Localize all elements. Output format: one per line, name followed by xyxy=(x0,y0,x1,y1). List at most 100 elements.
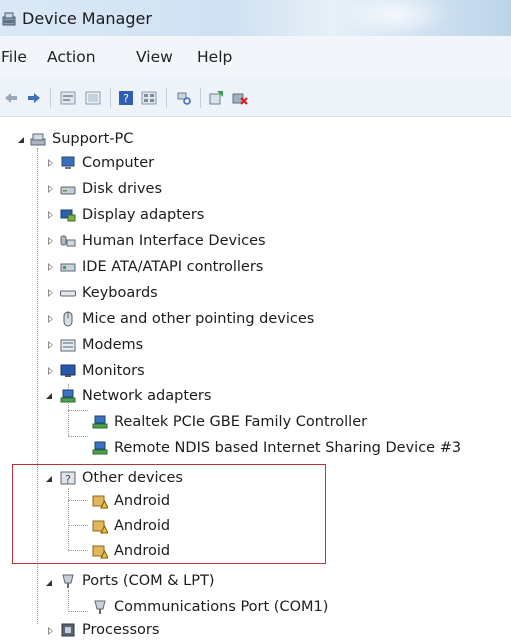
tree-node-processors[interactable]: Processors xyxy=(60,620,159,640)
tree-node-label: Disk drives xyxy=(82,181,163,197)
expand-toggle[interactable] xyxy=(46,393,52,399)
menu-file[interactable]: File xyxy=(1,48,27,66)
tree-node-monitors[interactable]: Monitors xyxy=(60,361,145,381)
network-adapter-icon xyxy=(92,415,108,429)
tree-node-label: Monitors xyxy=(82,363,145,379)
collapse-toggle[interactable] xyxy=(48,315,53,323)
device-manager-icon xyxy=(2,12,16,26)
collapse-toggle[interactable] xyxy=(48,263,53,271)
mouse-icon xyxy=(63,311,73,327)
title-bar-glare xyxy=(340,0,450,36)
svg-text:?: ? xyxy=(65,473,71,486)
tree-node-remote-ndis[interactable]: Remote NDIS based Internet Sharing Devic… xyxy=(92,438,461,458)
tree-node-computer[interactable]: Computer xyxy=(60,153,154,173)
menu-help[interactable]: Help xyxy=(197,48,232,66)
back-icon[interactable] xyxy=(3,90,19,106)
disk-drive-icon xyxy=(60,186,76,195)
tree-node-disk-drives[interactable]: Disk drives xyxy=(60,179,162,199)
tree-node-com1[interactable]: Communications Port (COM1) xyxy=(92,597,328,617)
warning-device-icon xyxy=(92,520,108,534)
tree-node-modems[interactable]: Modems xyxy=(60,335,143,355)
collapse-toggle[interactable] xyxy=(48,237,53,245)
toolbar-separator xyxy=(200,88,201,108)
network-adapter-icon xyxy=(92,441,108,455)
tree-node-android[interactable]: Android xyxy=(92,491,170,511)
forward-icon[interactable] xyxy=(26,90,42,106)
warning-device-icon xyxy=(92,545,108,559)
display-adapter-icon xyxy=(60,209,76,222)
tree-node-label: Processors xyxy=(82,622,160,638)
window-title: Device Manager xyxy=(22,9,152,28)
tree-node-label: Mice and other pointing devices xyxy=(82,311,315,327)
properties-icon[interactable] xyxy=(60,90,76,106)
tree-node-label: Android xyxy=(114,543,171,559)
tree-node-ide[interactable]: IDE ATA/ATAPI controllers xyxy=(60,257,263,277)
keyboard-icon xyxy=(60,290,76,297)
port-icon xyxy=(94,600,106,614)
tree-node-label: Remote NDIS based Internet Sharing Devic… xyxy=(114,440,462,456)
hid-icon xyxy=(60,235,76,247)
tree-node-label: IDE ATA/ATAPI controllers xyxy=(82,259,264,275)
warning-device-icon xyxy=(92,495,108,509)
tree-node-label: Support-PC xyxy=(52,131,134,147)
tree-node-label: Other devices xyxy=(82,470,183,486)
tree-node-display-adapters[interactable]: Display adapters xyxy=(60,205,204,225)
tree-node-label: Network adapters xyxy=(82,388,212,404)
scan-icon[interactable] xyxy=(176,90,192,106)
help-icon[interactable]: ? xyxy=(118,90,134,106)
tree-node-label: Realtek PCIe GBE Family Controller xyxy=(114,414,368,430)
collapse-toggle[interactable] xyxy=(48,159,53,167)
toolbar-separator xyxy=(110,88,111,108)
toolbar xyxy=(0,76,511,117)
uninstall-icon[interactable] xyxy=(232,90,248,106)
port-icon xyxy=(62,574,74,588)
tree-node-label: Display adapters xyxy=(82,207,205,223)
unknown-device-icon: ? xyxy=(60,471,76,486)
tree-node-android[interactable]: Android xyxy=(92,541,170,561)
collapse-toggle[interactable] xyxy=(48,367,53,375)
collapse-toggle[interactable] xyxy=(48,289,53,297)
tree-node-label: Android xyxy=(114,518,171,534)
expand-toggle[interactable] xyxy=(46,580,52,586)
computer-root-icon xyxy=(30,133,46,146)
tree-node-label: Communications Port (COM1) xyxy=(114,599,329,615)
ide-controller-icon xyxy=(60,263,76,272)
tree-node-label: Keyboards xyxy=(82,285,158,301)
tree-node-root[interactable]: Support-PC xyxy=(30,129,133,149)
view-icon[interactable] xyxy=(141,90,157,106)
modem-icon xyxy=(60,339,76,352)
tree-node-keyboards[interactable]: Keyboards xyxy=(60,283,158,303)
tree-node-hid[interactable]: Human Interface Devices xyxy=(60,231,266,251)
tree-node-ports[interactable]: Ports (COM & LPT) xyxy=(60,571,214,591)
tree-connector xyxy=(68,410,88,411)
tree-connector xyxy=(68,611,88,612)
computer-icon xyxy=(61,156,75,169)
tree-connector xyxy=(68,436,88,437)
network-adapter-icon xyxy=(60,389,76,403)
tree-node-label: Ports (COM & LPT) xyxy=(82,573,215,589)
svg-text:?: ? xyxy=(123,92,129,105)
tree-node-realtek[interactable]: Realtek PCIe GBE Family Controller xyxy=(92,412,367,432)
tree-node-network-adapters[interactable]: Network adapters xyxy=(60,386,211,406)
update-driver-icon[interactable] xyxy=(208,90,224,106)
tree-node-label: Modems xyxy=(82,337,144,353)
collapse-toggle[interactable] xyxy=(48,627,53,635)
toolbar-separator xyxy=(50,88,51,108)
tree-connector xyxy=(68,590,69,612)
collapse-toggle[interactable] xyxy=(48,341,53,349)
expand-toggle[interactable] xyxy=(46,476,52,482)
tree-node-android[interactable]: Android xyxy=(92,516,170,536)
collapse-toggle[interactable] xyxy=(48,185,53,193)
collapse-toggle[interactable] xyxy=(48,211,53,219)
toolbar-separator xyxy=(166,88,167,108)
tree-node-mice[interactable]: Mice and other pointing devices xyxy=(60,309,314,329)
processor-icon xyxy=(61,623,75,637)
menu-action[interactable]: Action xyxy=(47,48,96,66)
tree-node-label: Computer xyxy=(82,155,155,171)
expand-toggle[interactable] xyxy=(18,137,24,143)
tree-node-other-devices[interactable]: ? Other devices xyxy=(60,468,183,488)
update-icon[interactable] xyxy=(85,90,101,106)
tree-node-label: Human Interface Devices xyxy=(82,233,266,249)
menu-view[interactable]: View xyxy=(136,48,173,66)
monitor-icon xyxy=(60,364,76,377)
